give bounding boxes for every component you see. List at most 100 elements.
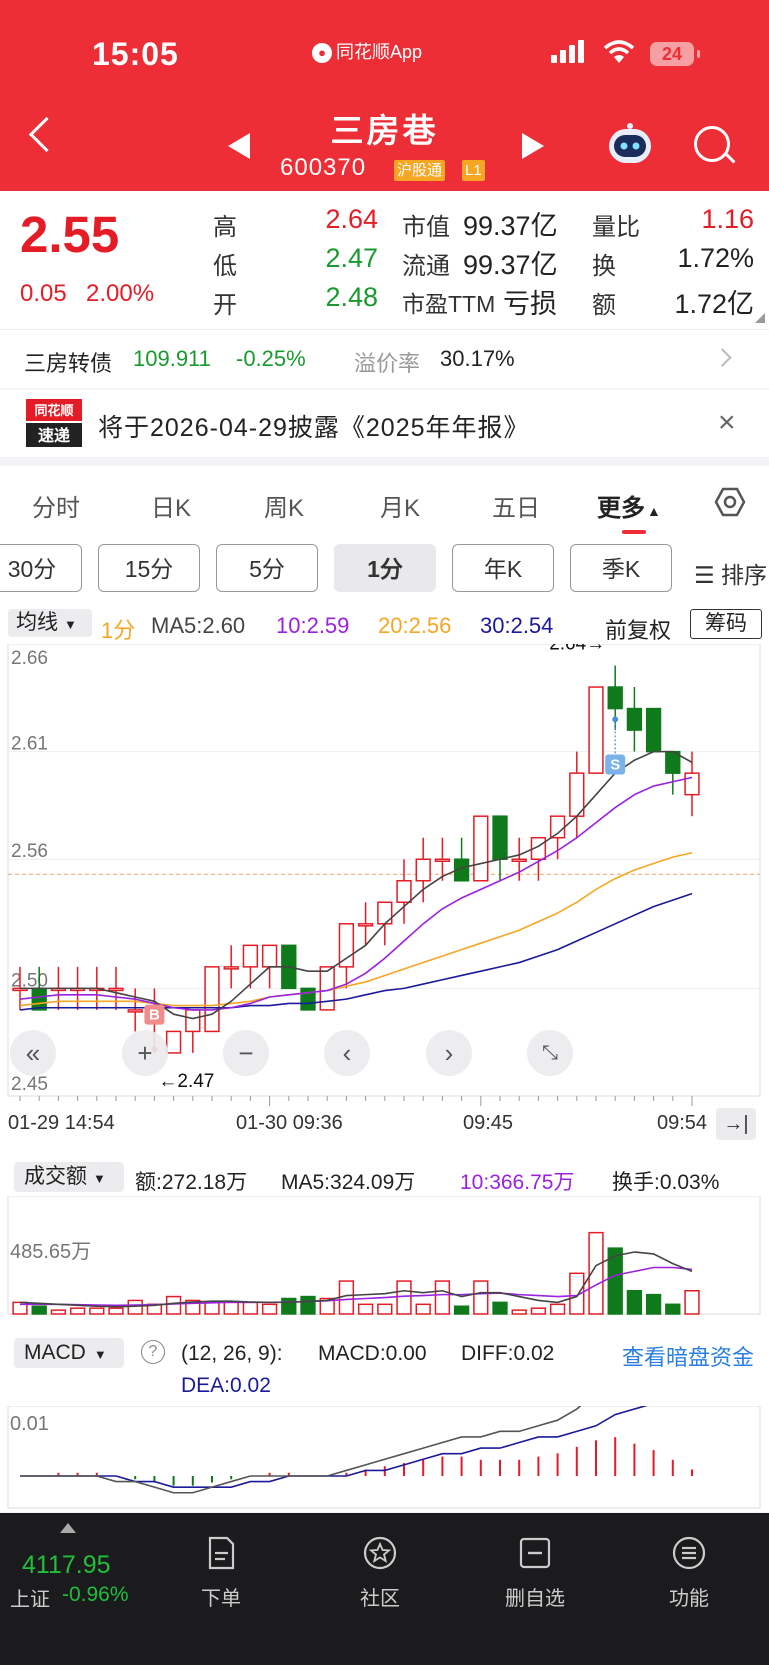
volume-bar [31,1305,47,1315]
period-quarter[interactable]: 季K [570,544,672,592]
dark-pool-link[interactable]: 查看暗盘资金 [622,1340,754,1372]
scroll-right-icon[interactable]: › [426,1030,472,1076]
tab-weekly[interactable]: 周K [264,488,304,523]
adjust-mode[interactable]: 前复权 [605,613,671,645]
sell-marker-dot [612,716,619,723]
notice-banner[interactable]: 同花顺 速递 将于2026-04-29披露《2025年年报》 × [0,390,769,457]
expand-corner-icon[interactable] [755,313,765,323]
candle [684,772,700,796]
period-15min[interactable]: 15分 [98,544,200,592]
next-stock-icon[interactable] [522,133,544,159]
chip-distribution-button[interactable]: 筹码 [690,609,762,639]
menu-icon [672,1536,706,1570]
volume-bar [89,1307,105,1315]
tab-more[interactable]: 更多 ▲ [597,488,661,523]
volume-turnover: 换手:0.03% [612,1171,720,1194]
macd-header: MACD ▼ ? (12, 26, 9): MACD:0.00 DIFF:0.02… [0,1336,769,1406]
time-ticks [19,1096,693,1106]
volume-selector[interactable]: 成交额 ▼ [14,1162,124,1192]
candle [626,707,643,731]
volume-bar [645,1293,662,1315]
volume-bar [665,1303,681,1315]
mktcap-label: 市值 [402,214,450,241]
candle [588,686,604,774]
dea-value: DEA:0.02 [181,1374,271,1397]
tab-monthly[interactable]: 月K [380,488,420,523]
fullscreen-icon[interactable]: ⤡ [527,1030,573,1076]
macd-selector[interactable]: MACD ▼ [14,1338,124,1368]
price-change: 0.05 [20,280,67,307]
convertible-bond-row[interactable]: 三房转债 109.911 -0.25% 溢价率 30.17% [0,329,769,388]
community-icon [363,1536,397,1570]
candle [185,1009,201,1033]
zoom-out-icon[interactable]: − [223,1030,269,1076]
help-icon[interactable]: ? [141,1340,165,1364]
caret-down-icon: ▼ [93,1171,106,1186]
rewind-icon[interactable]: « [10,1030,56,1076]
volume-bar [357,1303,374,1315]
macd-chart[interactable]: 0.01 [0,1406,769,1510]
time-label-1: 01-29 14:54 [8,1112,115,1134]
price-change-pct: 2.00% [86,280,155,307]
search-icon[interactable] [694,126,730,162]
candle [261,944,278,968]
volume-ma5: MA5:324.09万 [281,1171,416,1194]
high-value: 2.64 [325,204,378,234]
sort-menu[interactable]: ☰ 排序 [694,556,767,590]
tab-daily[interactable]: 日K [151,488,191,523]
period-30min[interactable]: 30分 [0,544,82,592]
amount-label: 额 [592,292,616,319]
macd-params: (12, 26, 9): [181,1342,283,1365]
period-5min[interactable]: 5分 [216,544,318,592]
remove-watchlist-icon [519,1537,551,1569]
bond-change: -0.25% [236,346,306,371]
candle [377,901,393,925]
volume-bar [127,1299,143,1315]
period-1min[interactable]: 1分 [334,544,436,592]
app-logo-icon: ● [312,43,332,64]
caret-up-icon: ▲ [647,503,661,519]
ma-selector[interactable]: 均线 ▼ [8,609,92,637]
float-label: 流通 [402,253,450,280]
zoom-in-icon[interactable]: + [122,1030,168,1076]
period-year[interactable]: 年K [452,544,554,592]
function-button[interactable]: 功能 [629,1527,749,1611]
tab-fiveday[interactable]: 五日 [492,488,540,523]
volume-bar [492,1301,508,1315]
index-expand-icon[interactable] [60,1523,76,1533]
settings-icon[interactable] [714,486,746,518]
open-value: 2.48 [325,282,378,312]
jump-latest-icon[interactable]: →| [716,1108,756,1140]
stock-code: 600370 [280,154,367,181]
community-button[interactable]: 社区 [320,1527,440,1611]
price-axis-label: 2.56 [11,841,48,862]
order-button[interactable]: 下单 [161,1527,281,1611]
remove-watchlist-label: 删自选 [505,1588,565,1610]
period-selector: 30分 15分 5分 1分 年K 季K ☰ 排序 [0,538,769,606]
candle [415,858,431,882]
candle [223,966,239,970]
diff-value: DIFF:0.02 [461,1342,555,1365]
quote-panel: 2.55 0.05 2.00% 高 2.64 低 2.47 开 2.48 市值 … [0,191,769,329]
volume-ma10: 10:366.75万 [460,1171,575,1194]
battery-icon: 24 [650,42,700,66]
chevron-right-icon [713,348,732,367]
tab-intraday[interactable]: 分时 [32,488,80,523]
signal-icon [551,40,587,63]
candle [492,815,508,860]
market-tag: 沪股通 [394,160,446,181]
volume-chart[interactable]: 485.65万 [0,1196,769,1316]
high-annotation: 2.64→ [549,644,605,655]
price-axis-label: 2.61 [11,734,48,755]
volume-bar [261,1303,278,1315]
close-icon[interactable]: × [718,408,736,438]
open-label: 开 [213,292,237,319]
level-tag: L1 [462,160,485,181]
scroll-left-icon[interactable]: ‹ [324,1030,370,1076]
index-value[interactable]: 4117.95 [22,1551,111,1580]
robot-assistant-icon[interactable] [605,123,655,169]
logo-top-text: 同花顺 [34,403,73,418]
remove-watchlist-button[interactable]: 删自选 [475,1527,595,1611]
volume-bar [281,1297,297,1315]
high-label: 高 [213,214,237,241]
